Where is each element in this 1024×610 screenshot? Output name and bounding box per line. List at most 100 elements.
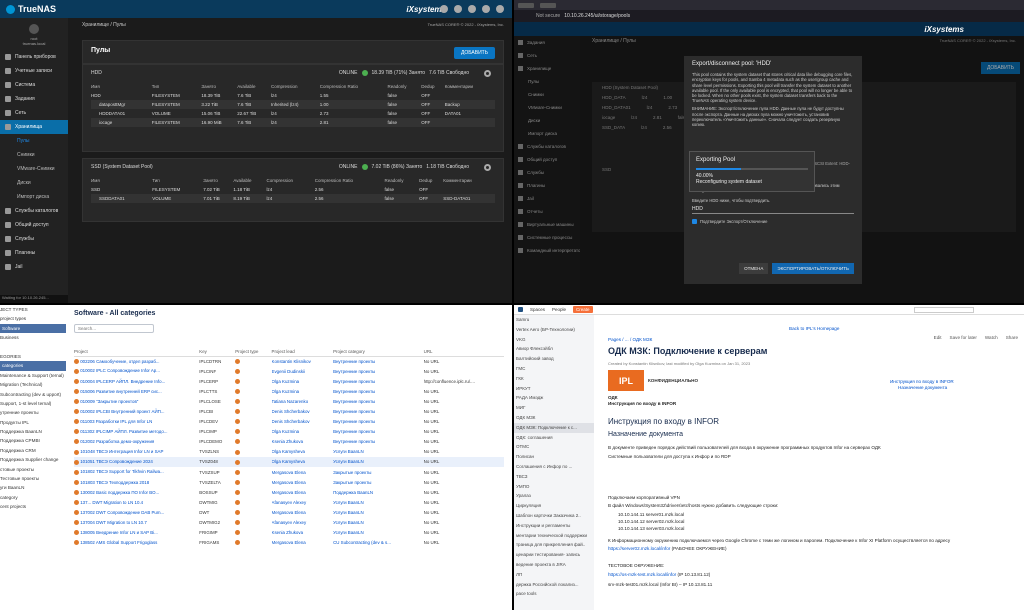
truenas-logo[interactable]: TrueNAS [6,4,56,14]
nav-item[interactable]: EGORIES [0,352,66,361]
nav-item[interactable]: Subcontracting (dev & upport) [0,390,66,399]
table-row[interactable]: HDD FILESYSTEM 18.39 TiB 7.6 TiB lz4 1.55 fals… [91,91,495,100]
page-tree-item[interactable]: траница для прикрепления фай.. [514,540,594,550]
watch-button[interactable]: Watch [985,335,998,340]
page-tree-item[interactable]: ценарии тестирования- запись [514,550,594,560]
project-link[interactable]: 011302 IPLCIMP АЙПЛ. Развитие методо... [79,429,167,434]
column-header[interactable]: Занято [201,81,237,91]
table-row[interactable]: 130002 Basic поддержка ПО Infor BO... BOS… [74,487,504,497]
project-link[interactable]: 138502 AMS Global Support Frigoglass [79,540,157,545]
page-tree-item[interactable]: ведение проекта в JIRA [514,560,594,570]
project-cell[interactable]: 010002 IPLC Сопровождение Infor Ap... [74,366,199,376]
lead-link[interactable]: Olga Kamysheva [272,459,305,464]
project-cell[interactable]: 138005 Внедрение Infor LN и SAP Bi... [74,528,199,538]
people-menu[interactable]: People [552,307,566,312]
lead-link[interactable]: Denis Shcherbakov [272,409,310,414]
test-link[interactable]: https://os-mzk-test.mzk.local/infor [608,572,676,577]
sidebar-item-services[interactable]: Службы [0,232,68,246]
category-cell[interactable]: Внутренние проекты [333,427,424,437]
project-link[interactable]: 101802 ТВСЭ Support for Tikhvin Railwa..… [79,469,164,474]
column-header[interactable]: URL [423,348,504,357]
page-tree-item[interactable]: VKG [514,335,594,345]
sidebar-item[interactable]: Службы каталогов [514,140,580,153]
column-header[interactable]: Project type [235,348,272,357]
page-tree-item[interactable]: Полисан [514,452,594,462]
table-row[interactable]: 101803 ТВСЭ Техподдержка 2018 TVSZELTA Mer… [74,477,504,487]
sidebar-item[interactable]: Задания [514,36,580,49]
project-link[interactable]: 002206 Самообучение, отдел разраб... [79,359,159,364]
sidebar-item[interactable]: Общий доступ [514,153,580,166]
lead-link[interactable]: Mergasova Elena [272,490,306,495]
sidebar-item[interactable]: Jail [514,192,580,205]
create-button[interactable]: Create [573,306,593,313]
category-cell[interactable]: Внутренние проекты [333,376,424,386]
project-cell[interactable]: 137... DWT Migration to LN 10.4 [74,497,199,507]
table-row[interactable]: 011302 IPLCIMP АЙПЛ. Развитие методо... I… [74,427,504,437]
page-tree-item[interactable]: Инструкции и регламенты [514,521,594,531]
category-cell[interactable]: Услуги BaanLN [333,518,424,528]
lead-link[interactable]: Denis Shcherbakov [272,419,310,424]
ticket-icon[interactable] [440,5,448,13]
category-link[interactable]: Закрытые проекты [333,470,371,475]
sidebar-item-dashboard[interactable]: Панель приборов [0,50,68,64]
project-cell[interactable]: 137002 DWT Сопровождение DAB Pum... [74,507,199,517]
sidebar-item-sharing[interactable]: Общий доступ [0,218,68,232]
lead-cell[interactable]: Evgenii Dudinskii [272,366,334,376]
page-tree-item[interactable]: УМПО [514,482,594,492]
lead-link[interactable]: Mergasova Elena [272,510,306,515]
page-tree-item[interactable]: Балтийский завод [514,354,594,364]
add-pool-button[interactable]: ДОБАВИТЬ [453,47,495,59]
sidebar-item[interactable]: Сеть [514,49,580,62]
gear-icon[interactable] [484,164,491,171]
nav-item[interactable]: project types [0,314,66,323]
project-link[interactable]: 015006 Развитие внутренней ERP сис... [79,389,161,394]
project-link[interactable]: 010002 IPLCBI Внутренний проект АЙП... [79,409,164,414]
category-cell[interactable]: Услуги BaanLN [333,456,424,468]
sidebar-item-network[interactable]: Сеть [0,106,68,120]
nav-item[interactable]: categories [0,361,66,371]
nav-item[interactable]: Migration (Technical) [0,380,66,389]
lead-cell[interactable]: Denis Shcherbakov [272,417,334,427]
column-header[interactable]: Compression [266,175,314,185]
lead-cell[interactable]: Ksenia Zhukova [272,437,334,447]
project-link[interactable]: 101048 ТВСЭ Интеграция Infor LN и SAP [79,449,163,454]
lead-link[interactable]: Ksenia Zhukova [272,439,304,444]
table-row[interactable]: 137... DWT Migration to LN 10.4 DWTMIG Afa… [74,497,504,507]
project-cell[interactable]: 138502 AMS Global Support Frigoglass [74,538,199,548]
column-header[interactable]: Compression Ratio [320,81,388,91]
category-link[interactable]: Поддержка BaanLN [333,490,373,495]
sidebar-item[interactable]: Диски [514,114,580,127]
nav-item[interactable]: уги BaanLN [0,483,66,492]
page-tree-item[interactable]: РАДА Имэдж [514,393,594,403]
project-link[interactable]: 137002 DWT Сопровождение DAB Pum... [79,510,164,515]
lead-cell[interactable]: Tatiana Nazarenko [272,396,334,406]
category-link[interactable]: Услуги BaanLN [333,500,364,505]
nav-item[interactable]: category [0,493,66,502]
category-cell[interactable]: Закрытые проекты [333,477,424,487]
category-link[interactable]: Услуги BaanLN [333,459,364,464]
project-link[interactable]: 012002 Разработка демо-окружения [79,439,154,444]
add-pool-button[interactable]: ДОБАВИТЬ [980,62,1020,74]
sidebar-item[interactable]: Виртуальные машины [514,218,580,231]
page-tree-item[interactable]: Соглашения с Инфор по ... [514,462,594,472]
column-header[interactable]: Dedup [421,81,445,91]
table-row[interactable]: 101802 ТВСЭ Support for Tikhvin Railwa..… [74,467,504,477]
project-link[interactable]: 101803 ТВСЭ Техподдержка 2018 [79,480,149,485]
column-header[interactable]: Compression [271,81,320,91]
page-tree-item[interactable]: ОДК МЗК: Подключение к с... [514,422,594,433]
page-tree-item[interactable]: Авиор Флексэйбл [514,344,594,354]
category-link[interactable]: Внутренние проекты [333,369,375,374]
lead-link[interactable]: Evgenii Dudinskii [272,369,305,374]
sidebar-item-import-disk[interactable]: Импорт диска [0,190,68,204]
page-tree-item[interactable]: Циркуляция [514,501,594,511]
sidebar-item-jails[interactable]: Jail [0,260,68,274]
tasks-icon[interactable] [454,5,462,13]
sidebar-item[interactable]: VMware-Снимки [514,101,580,114]
category-cell[interactable]: Внутренние проекты [333,406,424,416]
confirm-checkbox[interactable]: Подтвердите Экспорт/Отключение [692,219,854,225]
category-cell[interactable]: Услуги BaanLN [333,528,424,538]
page-tree-item[interactable]: ОТМС [514,442,594,452]
breadcrumb[interactable]: Pages / ... / ОДК МЗК [608,337,652,342]
table-row[interactable]: 137002 DWT Сопровождение DAB Pum... DWT Me… [74,507,504,517]
column-header[interactable]: Project lead [271,348,334,357]
